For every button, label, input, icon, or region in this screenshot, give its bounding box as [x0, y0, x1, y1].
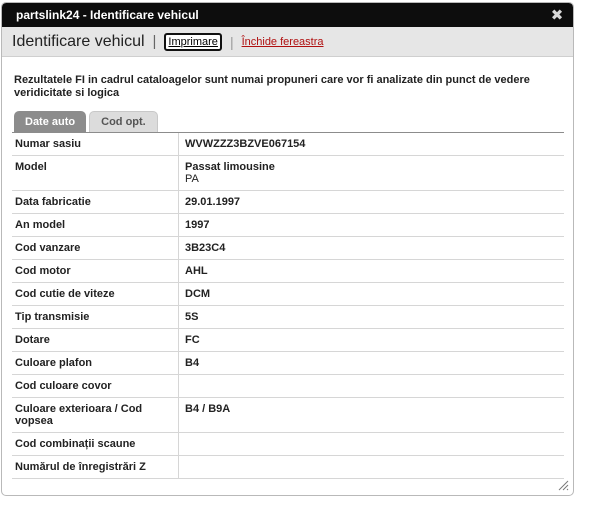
- vehicle-identification-dialog: partslink24 - Identificare vehicul ✖ Ide…: [1, 2, 574, 496]
- window-title: partslink24 - Identificare vehicul: [16, 8, 199, 22]
- tab-cod-opt[interactable]: Cod opt.: [89, 111, 158, 132]
- row-label: Cod cutie de viteze: [12, 282, 179, 306]
- row-value: AHL: [178, 259, 564, 283]
- table-row: Dotare FC: [12, 328, 564, 352]
- row-label: Cod culoare covor: [12, 374, 179, 398]
- dialog-toolbar: Identificare vehicul | Imprimare | Închi…: [2, 27, 573, 57]
- close-window-link[interactable]: Închide fereastra: [242, 36, 324, 48]
- resize-grip-icon[interactable]: [557, 479, 569, 491]
- row-label: Cod combinații scaune: [12, 432, 179, 456]
- table-row: An model 1997: [12, 213, 564, 237]
- close-icon[interactable]: ✖: [549, 7, 565, 23]
- row-label: Data fabricatie: [12, 190, 179, 214]
- table-row: Cod cutie de viteze DCM: [12, 282, 564, 306]
- tab-bar: Date auto Cod opt.: [14, 111, 158, 132]
- table-row: Model Passat limousine PA: [12, 155, 564, 191]
- row-value: B4 / B9A: [178, 397, 564, 433]
- table-row: Culoare exterioara / Cod vopsea B4 / B9A: [12, 397, 564, 433]
- page-title: Identificare vehicul: [12, 32, 145, 50]
- row-value: 5S: [178, 305, 564, 329]
- row-label: Cod vanzare: [12, 236, 179, 260]
- toolbar-separator: |: [229, 33, 234, 50]
- row-value: DCM: [178, 282, 564, 306]
- vehicle-data-table: Numar sasiu WVWZZZ3BZVE067154 Model Pass…: [12, 132, 564, 479]
- row-label: Numărul de înregistrări Z: [12, 455, 179, 479]
- table-row: Cod vanzare 3B23C4: [12, 236, 564, 260]
- row-value: 3B23C4: [178, 236, 564, 260]
- row-value-main: Passat limousine: [185, 161, 275, 173]
- row-value: FC: [178, 328, 564, 352]
- row-value: 29.01.1997: [178, 190, 564, 214]
- table-row: Cod culoare covor: [12, 374, 564, 398]
- table-row: Culoare plafon B4: [12, 351, 564, 375]
- row-label: Culoare plafon: [12, 351, 179, 375]
- table-row: Cod combinații scaune: [12, 432, 564, 456]
- table-row: Cod motor AHL: [12, 259, 564, 283]
- row-value: 1997: [178, 213, 564, 237]
- row-value: [178, 455, 564, 479]
- row-value: [178, 374, 564, 398]
- row-value: [178, 432, 564, 456]
- table-row: Numar sasiu WVWZZZ3BZVE067154: [12, 133, 564, 156]
- row-value-sub: PA: [185, 173, 199, 185]
- row-value: Passat limousine PA: [178, 155, 564, 191]
- table-row: Numărul de înregistrări Z: [12, 455, 564, 479]
- tab-date-auto[interactable]: Date auto: [14, 111, 87, 132]
- row-label: Cod motor: [12, 259, 179, 283]
- dialog-titlebar[interactable]: partslink24 - Identificare vehicul ✖: [2, 3, 573, 27]
- row-label: Numar sasiu: [12, 133, 179, 156]
- row-label: Culoare exterioara / Cod vopsea: [12, 397, 179, 433]
- print-button[interactable]: Imprimare: [164, 32, 222, 51]
- table-row: Data fabricatie 29.01.1997: [12, 190, 564, 214]
- row-label: Tip transmisie: [12, 305, 179, 329]
- disclaimer-text: Rezultatele FI in cadrul cataloagelor su…: [14, 74, 530, 99]
- row-value: WVWZZZ3BZVE067154: [178, 133, 564, 156]
- toolbar-separator: |: [152, 33, 157, 50]
- row-label: Model: [12, 155, 179, 191]
- row-label: An model: [12, 213, 179, 237]
- row-value: B4: [178, 351, 564, 375]
- table-row: Tip transmisie 5S: [12, 305, 564, 329]
- row-label: Dotare: [12, 328, 179, 352]
